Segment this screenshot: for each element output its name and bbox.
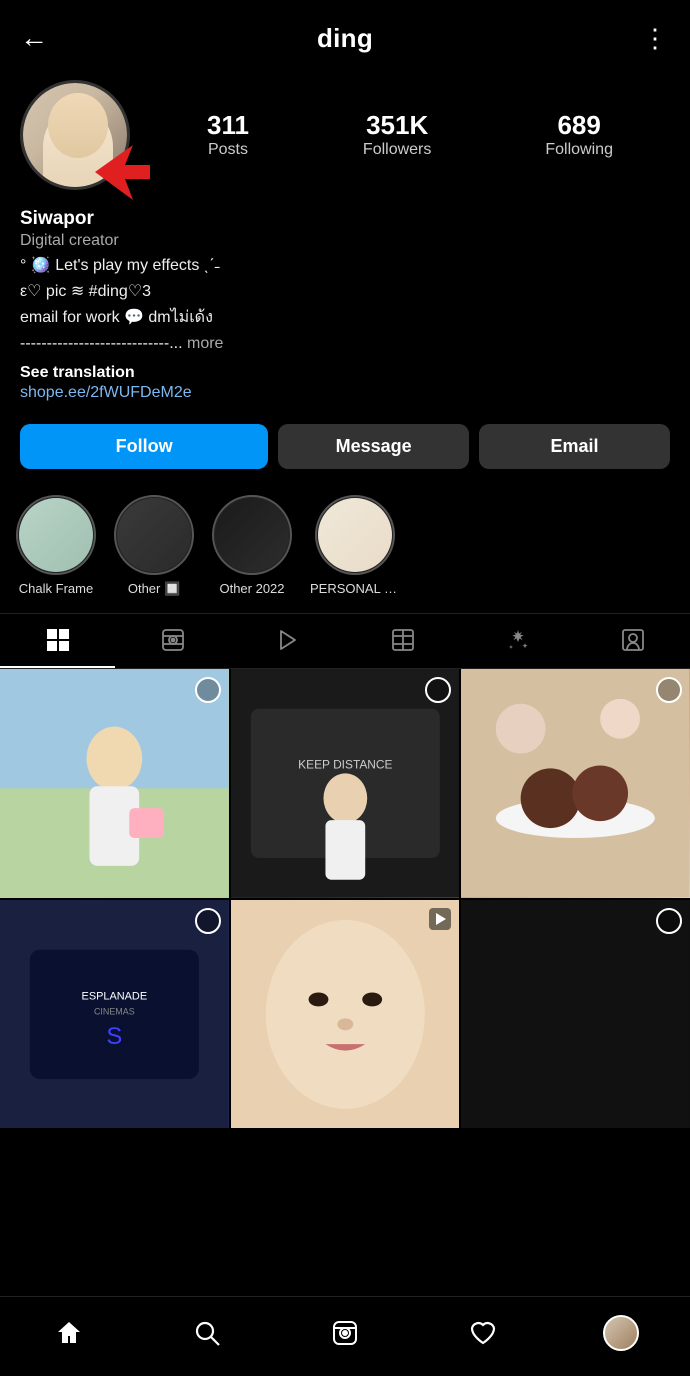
bio-link[interactable]: shope.ee/2fWUFDeM2e — [20, 384, 670, 402]
highlight-other[interactable]: Other 🔲 — [114, 495, 194, 597]
stat-posts[interactable]: 311 Posts — [207, 111, 249, 160]
profile-header: 311 Posts 351K Followers 689 Following — [0, 70, 690, 204]
highlight-other2022[interactable]: Other 2022 — [212, 495, 292, 597]
highlight-chalk-frame[interactable]: Chalk Frame — [16, 495, 96, 597]
select-icon-4 — [195, 908, 221, 934]
select-icon-3 — [656, 677, 682, 703]
top-nav: ← ding ⋮ — [0, 0, 690, 70]
bio-line-3: email for work 💬 dmไม่เด้ง — [20, 306, 670, 330]
nav-reels[interactable] — [320, 1308, 370, 1358]
followers-count: 351K — [366, 111, 428, 140]
bottom-nav — [0, 1296, 690, 1376]
posts-label: Posts — [208, 141, 248, 159]
tab-play[interactable] — [230, 614, 345, 668]
grid-cell-1[interactable] — [0, 669, 229, 898]
video-icon-5 — [429, 908, 451, 935]
grid-cell-6[interactable] — [461, 900, 690, 1129]
action-buttons: Follow Message Email — [0, 412, 690, 485]
highlight-label-chalk: Chalk Frame — [19, 581, 93, 596]
tab-tagged[interactable] — [575, 614, 690, 668]
following-label: Following — [545, 141, 613, 159]
select-icon-1 — [195, 677, 221, 703]
highlight-label-other: Other 🔲 — [128, 581, 180, 597]
posts-count: 311 — [207, 111, 249, 140]
grid-cell-5[interactable] — [231, 900, 460, 1129]
select-icon-6 — [656, 908, 682, 934]
bio-line-4: ----------------------------... more — [20, 332, 670, 356]
bio-category: Digital creator — [20, 232, 670, 250]
highlight-circle-other — [114, 495, 194, 575]
tab-collab[interactable] — [345, 614, 460, 668]
highlights-row: Chalk Frame Other 🔲 Other 2022 PERSONAL … — [0, 485, 690, 613]
follow-button[interactable]: Follow — [20, 424, 268, 469]
nav-likes[interactable] — [458, 1308, 508, 1358]
svg-text:ESPLANADE: ESPLANADE — [82, 990, 148, 1002]
svg-text:CINEMAS: CINEMAS — [94, 1006, 135, 1016]
tab-reels-feed[interactable] — [115, 614, 230, 668]
highlight-circle-other2022 — [212, 495, 292, 575]
bio-section: Siwapor Digital creator ° 🪩 Let's play m… — [0, 204, 690, 412]
highlight-personal[interactable]: PERSONAL C... — [310, 495, 400, 597]
followers-label: Followers — [363, 141, 431, 159]
nav-home[interactable] — [44, 1308, 94, 1358]
email-button[interactable]: Email — [479, 424, 670, 469]
stats-row: 311 Posts 351K Followers 689 Following — [150, 111, 670, 160]
stat-following[interactable]: 689 Following — [545, 111, 613, 160]
tab-bar — [0, 613, 690, 669]
see-translation[interactable]: See translation — [20, 364, 670, 382]
highlight-label-other2022: Other 2022 — [219, 581, 284, 596]
nav-username: ding — [317, 23, 373, 54]
bio-line-1: ° 🪩 Let's play my effects ˎˊ˗ — [20, 254, 670, 278]
highlight-circle-personal — [315, 495, 395, 575]
svg-text:KEEP DISTANCE: KEEP DISTANCE — [298, 757, 392, 771]
bio-more[interactable]: more — [187, 335, 223, 352]
display-name: Siwapor — [20, 208, 670, 230]
grid-cell-4[interactable]: ESPLANADE CINEMAS S — [0, 900, 229, 1129]
stat-followers[interactable]: 351K Followers — [363, 111, 431, 160]
grid-cell-3[interactable] — [461, 669, 690, 898]
tab-grid[interactable] — [0, 614, 115, 668]
following-count: 689 — [557, 111, 600, 140]
grid-cell-2[interactable]: KEEP DISTANCE — [231, 669, 460, 898]
tab-effects[interactable] — [460, 614, 575, 668]
svg-text:S: S — [106, 1023, 122, 1050]
highlight-label-personal: PERSONAL C... — [310, 581, 400, 596]
highlight-circle-chalk — [16, 495, 96, 575]
photo-grid: KEEP DISTANCE — [0, 669, 690, 1128]
message-button[interactable]: Message — [278, 424, 469, 469]
back-button[interactable]: ← — [20, 22, 48, 54]
red-arrow-icon — [95, 145, 150, 200]
more-button[interactable]: ⋮ — [642, 23, 670, 54]
avatar-wrap[interactable] — [20, 80, 130, 190]
nav-search[interactable] — [182, 1308, 232, 1358]
bio-line-2: ε♡ pic ≋ #ding♡3 — [20, 280, 670, 304]
nav-profile[interactable] — [596, 1308, 646, 1358]
